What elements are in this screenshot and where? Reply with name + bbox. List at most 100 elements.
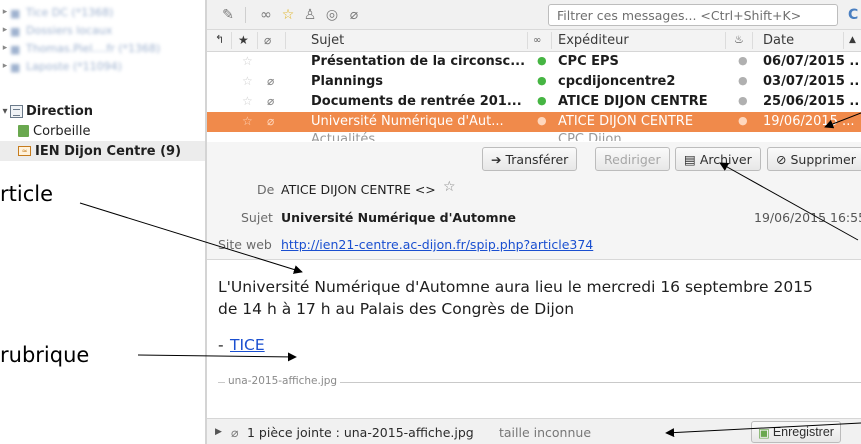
from-value[interactable]: ATICE DIJON CENTRE <> bbox=[281, 182, 436, 197]
paperclip-icon: ⌀ bbox=[267, 74, 275, 88]
column-separator bbox=[285, 32, 286, 49]
thread-sender: ATICE DIJON CENTRE bbox=[558, 94, 708, 109]
thread-subject: Université Numérique d'Aut... bbox=[311, 114, 504, 129]
expand-attachments-icon[interactable]: ▶ bbox=[215, 427, 222, 437]
website-label: Site web bbox=[218, 237, 272, 252]
subject-value: Université Numérique d'Automne bbox=[281, 210, 516, 225]
website-link[interactable]: http://ien21-centre.ac-dijon.fr/spip.php… bbox=[281, 237, 593, 252]
starred-filter-icon[interactable]: ☆ bbox=[279, 6, 297, 24]
read-status-column-icon[interactable]: ∞ bbox=[533, 35, 541, 46]
attachment-column-icon[interactable]: ⌀ bbox=[264, 33, 271, 47]
sort-ascending-icon[interactable]: ▲ bbox=[849, 35, 856, 45]
attachment-summary[interactable]: 1 pièce jointe : una-2015-affiche.jpg bbox=[247, 425, 474, 440]
star-column-icon[interactable]: ★ bbox=[238, 33, 249, 47]
save-icon: ▣ bbox=[758, 425, 770, 440]
forward-arrow-icon: ➔ bbox=[491, 151, 502, 167]
folder-row-account-1[interactable]: ▸ ■ Tice DC (*1368) bbox=[0, 3, 114, 21]
toolbar-separator bbox=[245, 7, 246, 23]
column-header-sender[interactable]: Expéditeur bbox=[558, 33, 629, 48]
column-separator bbox=[843, 32, 844, 49]
thread-column-icon[interactable]: ↰ bbox=[215, 33, 224, 46]
tice-link[interactable]: TICE bbox=[230, 336, 265, 354]
trash-icon bbox=[18, 125, 29, 137]
tag-filter-icon[interactable]: ◎ bbox=[323, 6, 341, 24]
delete-button[interactable]: ⊘ Supprimer bbox=[767, 147, 861, 171]
account-icon: ■ bbox=[10, 61, 21, 74]
contact-filter-icon[interactable]: ♙ bbox=[301, 6, 319, 24]
thread-row[interactable]: ☆ ⌀ Documents de rentrée 201... ● ATICE … bbox=[207, 92, 861, 112]
status-dot-icon[interactable]: ● bbox=[537, 94, 547, 107]
expand-arrow-icon[interactable]: ▸ bbox=[0, 7, 10, 17]
forward-button[interactable]: ➔ Transférer bbox=[482, 147, 578, 171]
folder-label-trash: Corbeille bbox=[33, 123, 91, 139]
thread-subject: Plannings bbox=[311, 74, 384, 89]
status-dot-icon[interactable]: ● bbox=[537, 54, 547, 67]
status-dot-icon[interactable]: ● bbox=[537, 114, 547, 127]
paperclip-icon: ⌀ bbox=[267, 114, 275, 128]
archive-button[interactable]: ▤ Archiver bbox=[675, 147, 761, 171]
star-contact-icon[interactable]: ☆ bbox=[443, 179, 456, 195]
column-separator bbox=[257, 32, 258, 49]
folder-label-direction: Direction bbox=[26, 103, 94, 119]
save-attachment-button[interactable]: ▣ Enregistrer bbox=[751, 421, 841, 443]
body-link-prefix: - bbox=[218, 336, 224, 354]
annotation-label-article: rticle bbox=[0, 182, 54, 206]
column-separator bbox=[231, 32, 232, 49]
folder-row-account-4[interactable]: ▸ ■ Laposte (*11094) bbox=[0, 57, 122, 75]
thread-sender: CPC Dijon ... bbox=[558, 132, 639, 141]
thread-list: ☆ Présentation de la circonsc... ● CPC E… bbox=[207, 52, 861, 142]
folder-row-account-2[interactable]: ▸ ■ Dossiers locaux bbox=[0, 21, 113, 39]
thread-date: 03/07/2015 ... bbox=[763, 74, 859, 89]
attachment-filter-icon[interactable]: ⌀ bbox=[345, 6, 363, 24]
thread-subject: Présentation de la circonsc... bbox=[311, 54, 526, 69]
attachment-divider-label: una-2015-affiche.jpg bbox=[225, 375, 341, 387]
feed-folder-icon bbox=[10, 104, 23, 118]
expand-arrow-icon[interactable]: ▸ bbox=[0, 43, 10, 53]
thread-sender: ATICE DIJON CENTRE bbox=[558, 114, 694, 129]
column-header-subject[interactable]: Sujet bbox=[311, 33, 344, 48]
thread-row[interactable]: Actualités ... CPC Dijon ... ... bbox=[207, 132, 861, 141]
thread-row-selected[interactable]: ☆ ⌀ Université Numérique d'Aut... ● ATIC… bbox=[207, 112, 861, 132]
filter-messages-input[interactable] bbox=[548, 4, 838, 26]
expand-arrow-icon[interactable]: ▸ bbox=[0, 25, 10, 35]
junk-dot-icon[interactable]: ● bbox=[738, 94, 748, 107]
junk-dot-icon[interactable]: ● bbox=[738, 114, 748, 127]
unread-filter-icon[interactable]: ∞ bbox=[257, 6, 275, 24]
junk-dot-icon[interactable]: ● bbox=[738, 54, 748, 67]
folder-row-ien-dijon[interactable]: ≈ IEN Dijon Centre (9) bbox=[0, 141, 205, 161]
junk-column-icon[interactable]: ♨ bbox=[734, 33, 744, 46]
column-separator bbox=[725, 32, 726, 49]
archive-label: Archiver bbox=[699, 151, 752, 167]
thread-subject: Documents de rentrée 201... bbox=[311, 94, 522, 109]
thread-date: 19/06/2015 ... bbox=[763, 114, 855, 129]
folder-label: Dossiers locaux bbox=[26, 23, 113, 37]
status-dot-icon[interactable]: ● bbox=[537, 74, 547, 87]
annotation-label-rubrique: rubrique bbox=[0, 343, 90, 367]
column-separator bbox=[551, 32, 552, 49]
paperclip-icon: ⌀ bbox=[231, 425, 239, 440]
folder-row-account-3[interactable]: ▸ ■ Thomas.Piel....fr (*1368) bbox=[0, 39, 161, 57]
folder-row-direction[interactable]: ▾ Direction bbox=[0, 101, 93, 121]
account-icon: ■ bbox=[10, 7, 21, 20]
message-body: L'Université Numérique d'Automne aura li… bbox=[207, 260, 861, 418]
paperclip-icon: ⌀ bbox=[267, 94, 275, 108]
body-line-2: de 14 h à 17 h au Palais des Congrès de … bbox=[218, 300, 575, 318]
star-icon[interactable]: ☆ bbox=[242, 94, 253, 108]
archive-icon: ▤ bbox=[684, 151, 696, 167]
thread-row[interactable]: ☆ ⌀ Plannings ● cpcdijoncentre2 ● 03/07/… bbox=[207, 72, 861, 92]
column-header-date[interactable]: Date bbox=[763, 33, 794, 48]
star-icon[interactable]: ☆ bbox=[242, 74, 253, 88]
star-icon[interactable]: ☆ bbox=[242, 54, 253, 68]
pin-icon[interactable]: ✎ bbox=[219, 6, 237, 24]
junk-dot-icon[interactable]: ● bbox=[738, 74, 748, 87]
search-icon[interactable]: C bbox=[848, 7, 861, 23]
thread-subject: Actualités ... bbox=[311, 132, 392, 141]
star-icon[interactable]: ☆ bbox=[242, 114, 253, 128]
collapse-arrow-icon[interactable]: ▾ bbox=[0, 106, 10, 117]
thread-date: 25/06/2015 ... bbox=[763, 94, 859, 109]
folder-label: Tice DC (*1368) bbox=[26, 5, 114, 19]
thread-row[interactable]: ☆ Présentation de la circonsc... ● CPC E… bbox=[207, 52, 861, 72]
folder-row-trash[interactable]: Corbeille bbox=[18, 121, 90, 141]
redirect-button[interactable]: Rediriger bbox=[595, 147, 670, 171]
expand-arrow-icon[interactable]: ▸ bbox=[0, 61, 10, 71]
